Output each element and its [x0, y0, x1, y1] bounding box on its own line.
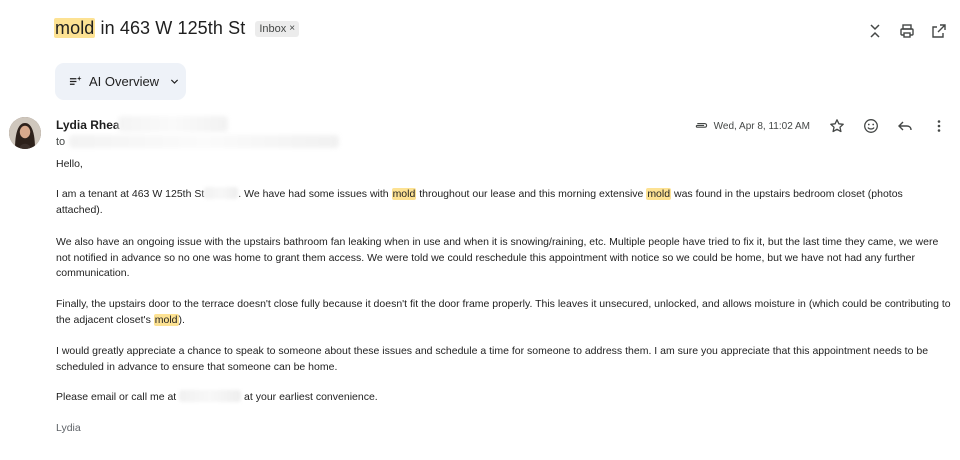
p1-text-c: throughout our lease and this morning ex…: [416, 188, 647, 200]
search-highlight: mold: [646, 188, 672, 200]
email-subject: mold in 463 W 125th St: [54, 18, 245, 39]
ai-overview-button[interactable]: AI Overview: [55, 63, 186, 100]
paragraph-4: I would greatly appreciate a chance to s…: [56, 345, 929, 373]
ai-overview-label: AI Overview: [89, 74, 160, 89]
date-text: Wed, Apr 8, 11:02 AM: [713, 120, 810, 132]
inbox-label-badge[interactable]: Inbox ×: [255, 20, 300, 37]
paragraph-1: I am a tenant at 463 W 125th St . We have…: [56, 187, 951, 218]
open-in-new-icon[interactable]: [930, 22, 948, 40]
paperclip-icon: [695, 122, 707, 128]
remove-label-button[interactable]: ×: [289, 23, 295, 34]
thread-toolbar: [866, 22, 948, 40]
more-vert-icon[interactable]: [930, 117, 948, 135]
p5-text-b: at your earliest convenience.: [241, 391, 378, 403]
paragraph-5: Please email or call me at at your earli…: [56, 390, 378, 406]
p5-text-a: Please email or call me at: [56, 391, 180, 403]
recipient-row[interactable]: to: [56, 135, 340, 148]
reply-icon[interactable]: [896, 117, 914, 135]
p1-text-b: . We have had some issues with: [238, 188, 392, 200]
phone-redacted: [179, 390, 242, 402]
p3-text-a: Finally, the upstairs door to the terrac…: [56, 298, 951, 326]
message-date: Wed, Apr 8, 11:02 AM: [694, 119, 810, 133]
greeting: Hello,: [56, 158, 83, 170]
print-icon[interactable]: [898, 22, 916, 40]
message-actions: Wed, Apr 8, 11:02 AM: [694, 117, 948, 135]
subject-text: in 463 W 125th St: [95, 18, 246, 38]
to-prefix: to: [56, 135, 66, 148]
paragraph-2: We also have an ongoing issue with the u…: [56, 236, 939, 279]
p1-text-a: I am a tenant at 463 W 125th St: [56, 188, 205, 200]
avatar[interactable]: [9, 117, 41, 149]
subject-row: mold in 463 W 125th St Inbox ×: [54, 18, 300, 39]
sender-name[interactable]: Lydia Rhea: [56, 118, 120, 132]
chevron-down-icon: [171, 79, 179, 84]
emoji-icon[interactable]: [862, 117, 880, 135]
sparkle-list-icon: [69, 75, 82, 85]
search-highlight: mold: [391, 188, 417, 200]
inbox-label-text: Inbox: [259, 22, 287, 35]
paragraph-3: Finally, the upstairs door to the terrac…: [56, 297, 951, 328]
subject-highlight: mold: [54, 18, 96, 38]
unfold-less-icon[interactable]: [866, 22, 884, 40]
signature: Lydia: [56, 422, 81, 434]
recipient-redacted: [69, 135, 340, 148]
address-redacted: [204, 187, 239, 199]
search-highlight: mold: [153, 313, 179, 326]
p3-text-b: ).: [178, 313, 185, 326]
sender-email-redacted: [118, 116, 228, 132]
star-icon[interactable]: [828, 117, 846, 135]
